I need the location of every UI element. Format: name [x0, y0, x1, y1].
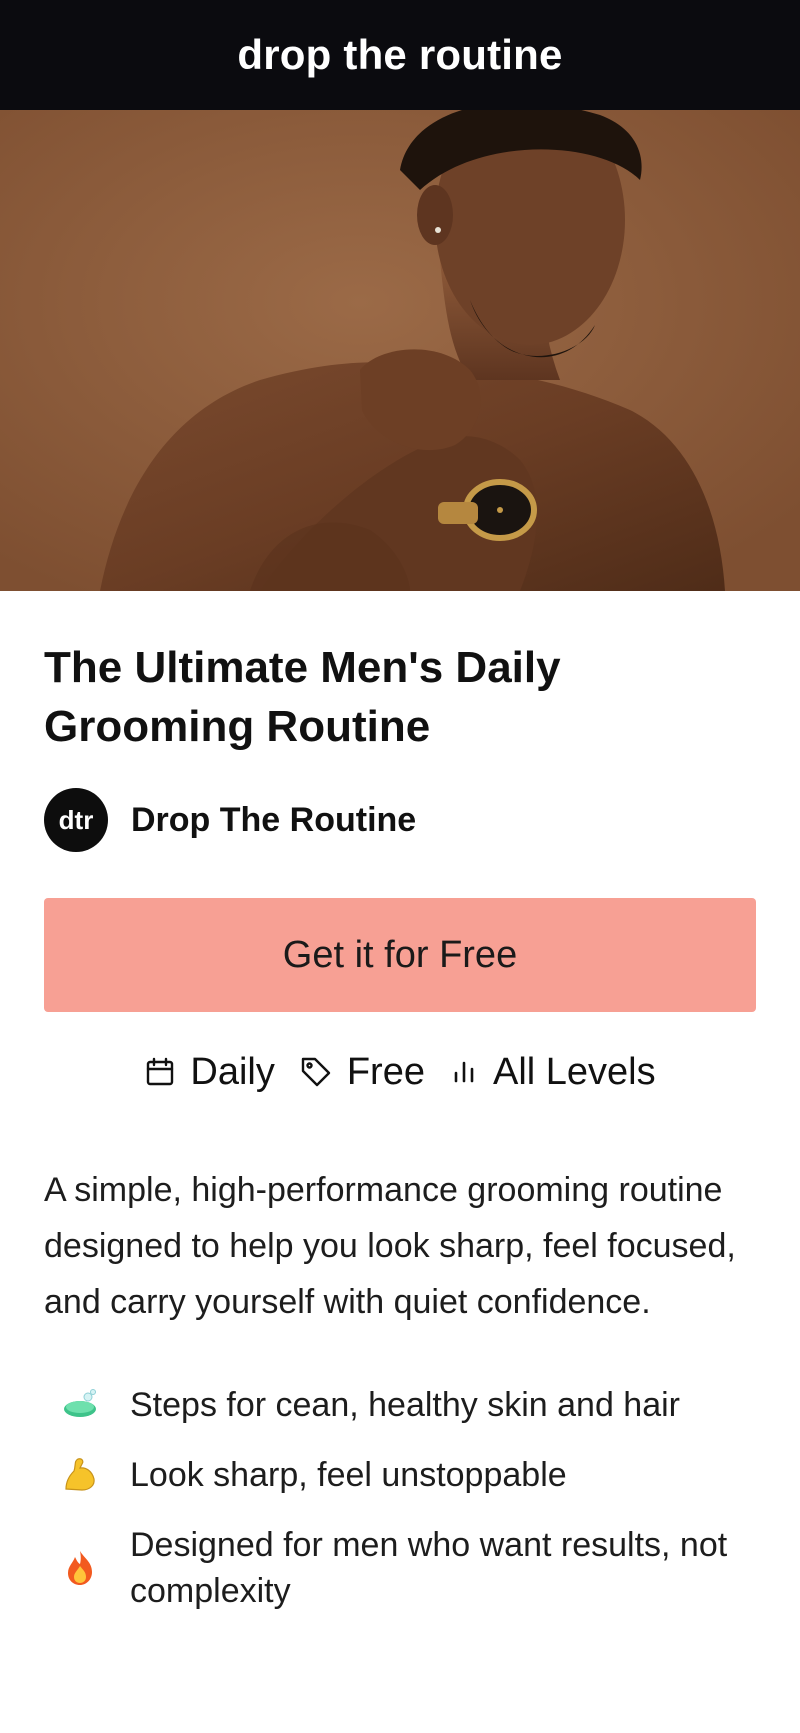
- meta-level-label: All Levels: [492, 1050, 656, 1093]
- flexed-biceps-icon: [58, 1453, 102, 1497]
- levels-bars-icon: [449, 1057, 479, 1087]
- fire-icon: [58, 1546, 102, 1590]
- man-portrait-illustration: [0, 110, 800, 591]
- meta-frequency-label: Daily: [190, 1050, 275, 1093]
- avatar-text: dtr: [58, 804, 94, 835]
- benefits-list: Steps for cean, healthy skin and hair Lo…: [44, 1382, 756, 1614]
- benefit-text: Look sharp, feel unstoppable: [130, 1456, 567, 1494]
- author-avatar[interactable]: dtr: [44, 788, 108, 852]
- meta-price-label: Free: [346, 1050, 425, 1093]
- hero-image: [0, 110, 800, 591]
- tag-icon: [299, 1055, 333, 1089]
- product-content: The Ultimate Men's Daily Grooming Routin…: [44, 638, 756, 1638]
- meta-level: All Levels: [449, 1051, 656, 1094]
- benefit-item: Designed for men who want results, not c…: [44, 1522, 756, 1614]
- meta-price: Free: [299, 1051, 425, 1094]
- soap-icon: [58, 1383, 102, 1427]
- brand-title[interactable]: drop the routine: [237, 31, 562, 79]
- benefit-text: Steps for cean, healthy skin and hair: [130, 1386, 680, 1424]
- product-description: A simple, high-performance grooming rout…: [44, 1171, 736, 1321]
- get-for-free-button[interactable]: Get it for Free: [44, 898, 756, 1012]
- benefit-item: Steps for cean, healthy skin and hair: [44, 1382, 756, 1428]
- product-title: The Ultimate Men's Daily Grooming Routin…: [44, 643, 561, 751]
- author-row[interactable]: dtr Drop The Routine: [44, 788, 756, 852]
- product-meta: Daily Free All Levels: [44, 1042, 756, 1102]
- meta-frequency: Daily: [144, 1050, 275, 1094]
- author-name[interactable]: Drop The Routine: [131, 801, 416, 840]
- calendar-icon: [144, 1056, 176, 1088]
- benefit-item: Look sharp, feel unstoppable: [44, 1452, 756, 1498]
- benefit-text: Designed for men who want results, not c…: [130, 1526, 728, 1610]
- top-bar: drop the routine: [0, 0, 800, 110]
